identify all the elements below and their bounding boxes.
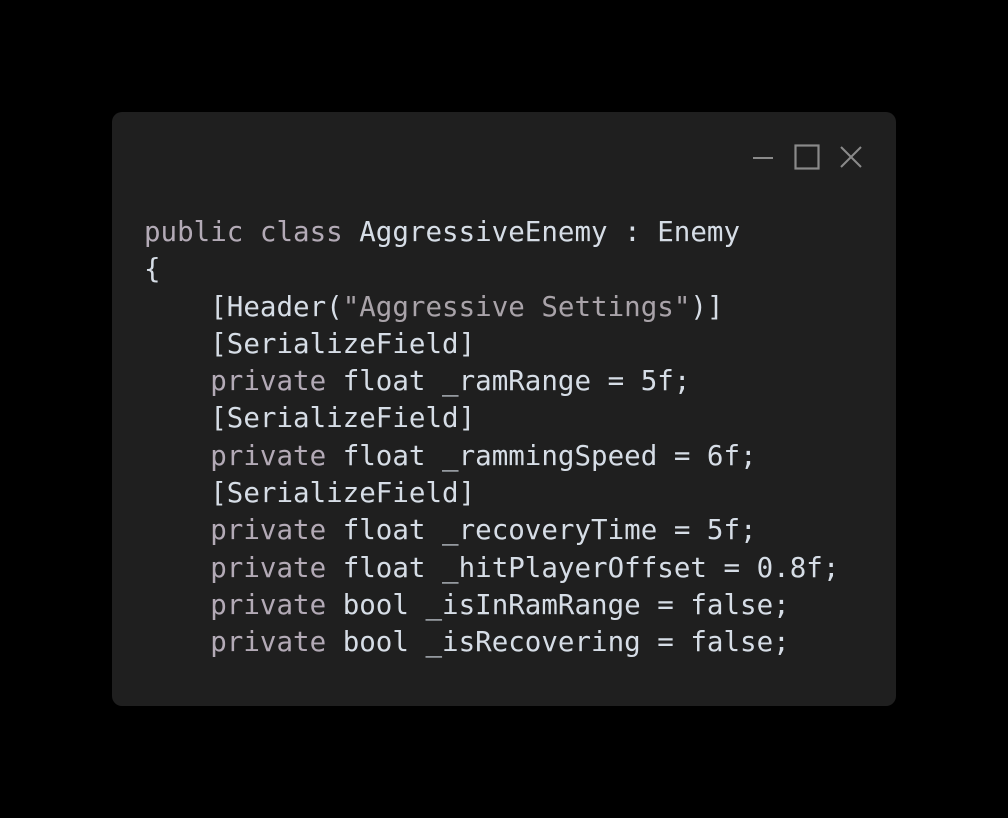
code-line: [SerializeField] bbox=[210, 477, 476, 510]
code-line: public class AggressiveEnemy : Enemy bbox=[144, 216, 741, 248]
code-line: private bool _isInRamRange = false; bbox=[210, 588, 790, 621]
keyword: public class bbox=[144, 216, 360, 248]
window-controls bbox=[748, 142, 866, 172]
code-line: private float _rammingSpeed = 6f; bbox=[210, 439, 757, 472]
keyword: private bbox=[210, 551, 343, 584]
string-literal: "Aggressive Settings" bbox=[342, 290, 691, 323]
maximize-button[interactable] bbox=[792, 142, 822, 172]
code-window: public class AggressiveEnemy : Enemy { [H… bbox=[112, 112, 896, 706]
keyword: private bbox=[210, 626, 343, 659]
code-line: private float _hitPlayerOffset = 0.8f; bbox=[210, 551, 840, 584]
minimize-icon bbox=[753, 157, 773, 159]
keyword: private bbox=[210, 588, 343, 621]
close-icon bbox=[840, 146, 862, 168]
code-block: public class AggressiveEnemy : Enemy { [H… bbox=[144, 214, 839, 662]
minimize-button[interactable] bbox=[748, 142, 778, 172]
code-line: private float _ramRange = 5f; bbox=[210, 365, 691, 398]
keyword: private bbox=[210, 439, 343, 472]
code-line: private float _recoveryTime = 5f; bbox=[210, 514, 757, 547]
code-line: [SerializeField] bbox=[210, 327, 476, 360]
keyword: private bbox=[210, 365, 343, 398]
code-line: [SerializeField] bbox=[210, 402, 476, 435]
maximize-icon bbox=[794, 144, 820, 170]
code-line: [Header("Aggressive Settings")] bbox=[210, 290, 724, 323]
code-line: { bbox=[144, 253, 161, 286]
code-line: private bool _isRecovering = false; bbox=[210, 626, 790, 659]
close-button[interactable] bbox=[836, 142, 866, 172]
keyword: private bbox=[210, 514, 343, 547]
